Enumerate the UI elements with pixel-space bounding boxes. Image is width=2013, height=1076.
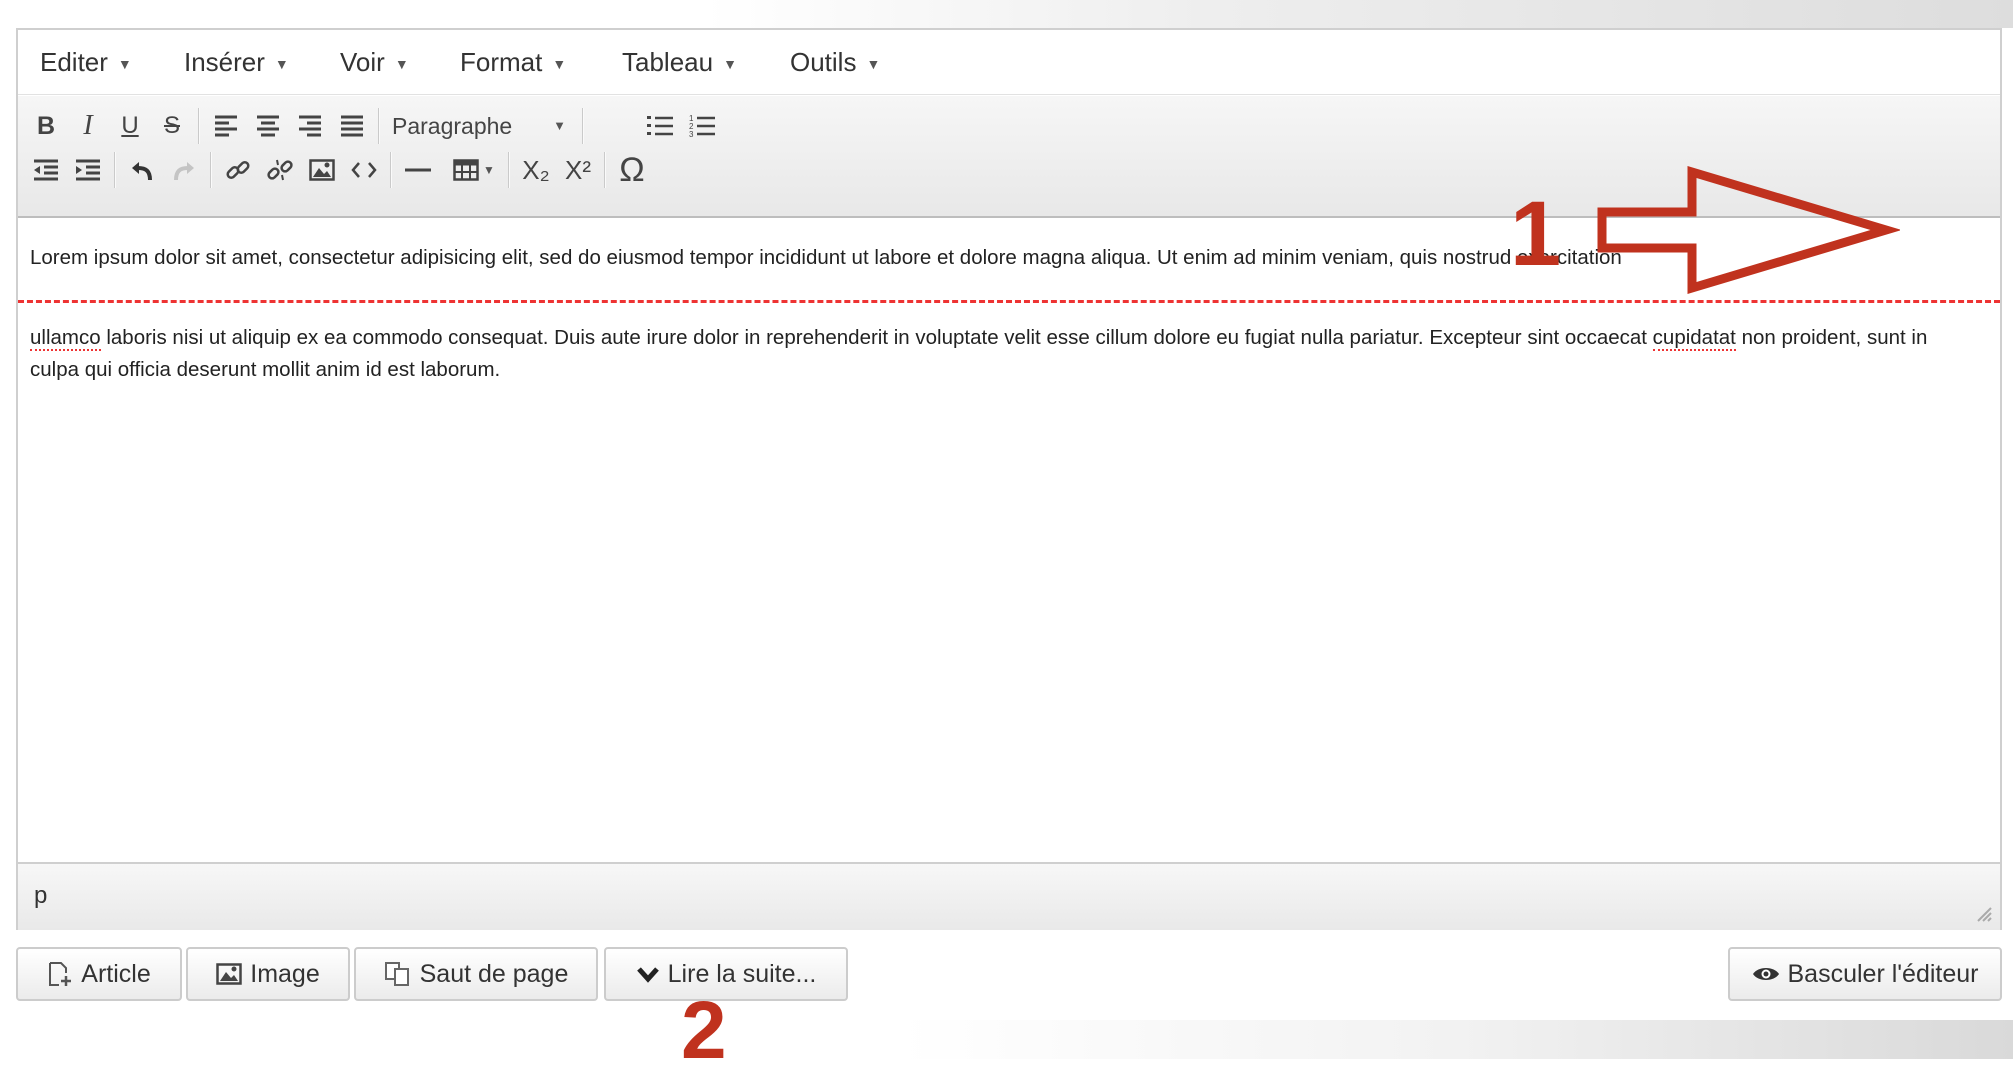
indent-icon xyxy=(76,159,100,181)
annotation-marker-2: 2 xyxy=(681,985,727,1076)
superscript-button[interactable]: X² xyxy=(558,150,598,190)
format-select-value: Paragraphe xyxy=(392,113,513,139)
menu-label: Tableau xyxy=(622,47,714,77)
link-icon xyxy=(226,160,250,180)
resize-handle-icon[interactable] xyxy=(1974,904,1992,922)
paragraph-2: ullamco laboris nisi ut aliquip ex ea co… xyxy=(30,322,1930,386)
menu-label: Voir xyxy=(340,47,385,77)
menu-tableau[interactable]: Tableau ▼ xyxy=(622,46,737,78)
align-center-button[interactable] xyxy=(248,106,288,146)
format-select[interactable]: Paragraphe ▼ xyxy=(386,108,576,144)
toolbar-separator xyxy=(390,152,392,188)
page-break-button-label: Saut de page xyxy=(419,959,569,988)
svg-text:3: 3 xyxy=(689,130,694,138)
align-right-button[interactable] xyxy=(290,106,330,146)
align-right-icon xyxy=(299,115,321,137)
unlink-button[interactable] xyxy=(260,150,300,190)
menu-label: Outils xyxy=(790,47,857,77)
insert-image-button[interactable] xyxy=(302,150,342,190)
caret-down-icon: ▼ xyxy=(394,56,409,73)
menu-voir[interactable]: Voir ▼ xyxy=(340,46,409,78)
toggle-editor-button[interactable]: Basculer l'éditeur xyxy=(1728,947,2002,1001)
paragraph-2-text: laboris nisi ut aliquip ex ea commodo co… xyxy=(100,326,1653,349)
code-icon xyxy=(351,162,377,178)
add-article-icon xyxy=(47,961,73,987)
align-left-button[interactable] xyxy=(206,106,246,146)
special-character-button[interactable]: Ω xyxy=(612,150,652,190)
subscript-button[interactable]: X₂ xyxy=(516,150,556,190)
outdent-button[interactable] xyxy=(26,150,66,190)
page-break-button[interactable]: Saut de page xyxy=(354,947,598,1001)
underline-button[interactable]: U xyxy=(110,106,150,146)
background-strip-top xyxy=(0,0,2013,28)
caret-down-icon: ▼ xyxy=(117,56,132,73)
align-center-icon xyxy=(257,115,279,137)
element-path[interactable]: p xyxy=(34,882,47,910)
toolbar-separator xyxy=(508,152,510,188)
toolbar-separator xyxy=(378,108,380,144)
redo-button[interactable] xyxy=(164,150,204,190)
annotation-marker-1: 1 xyxy=(1510,183,1562,285)
menu-editer[interactable]: Editer ▼ xyxy=(40,46,132,78)
menu-label: Editer xyxy=(40,47,108,77)
toolbar-separator xyxy=(114,152,116,188)
caret-down-icon: ▼ xyxy=(866,56,881,73)
indent-button[interactable] xyxy=(68,150,108,190)
caret-down-icon: ▼ xyxy=(553,118,566,133)
misspelled-word: cupidatat xyxy=(1652,326,1736,351)
insert-link-button[interactable] xyxy=(218,150,258,190)
source-code-button[interactable] xyxy=(344,150,384,190)
article-button[interactable]: Article xyxy=(16,947,182,1001)
annotation-arrow-icon xyxy=(1597,165,1900,295)
editor-content-area[interactable]: Lorem ipsum dolor sit amet, consectetur … xyxy=(18,218,2000,888)
menu-label: Insérer xyxy=(184,47,265,77)
toolbar-separator xyxy=(210,152,212,188)
menu-label: Format xyxy=(460,47,543,77)
justify-icon xyxy=(341,115,363,137)
table-icon xyxy=(453,159,479,181)
editor-menubar: Editer ▼ Insérer ▼ Voir ▼ Format ▼ Tableau ▼ … xyxy=(18,30,2000,95)
strikethrough-button[interactable]: S xyxy=(152,106,192,146)
justify-button[interactable] xyxy=(332,106,372,146)
menu-inserer[interactable]: Insérer ▼ xyxy=(184,46,289,78)
toggle-editor-button-label: Basculer l'éditeur xyxy=(1787,959,1979,988)
read-more-separator xyxy=(18,300,2000,303)
toolbar-separator xyxy=(604,152,606,188)
image-icon xyxy=(216,963,242,985)
editor-statusbar: p xyxy=(18,862,2000,930)
toolbar-separator xyxy=(582,108,584,144)
image-button-label: Image xyxy=(250,959,320,988)
copy-pages-icon xyxy=(384,961,412,987)
bold-button[interactable]: B xyxy=(26,106,66,146)
toolbar-separator xyxy=(198,108,200,144)
caret-down-icon: ▼ xyxy=(274,56,289,73)
undo-button[interactable] xyxy=(122,150,162,190)
horizontal-rule-icon xyxy=(405,168,431,172)
image-icon xyxy=(309,159,335,181)
outdent-icon xyxy=(34,159,58,181)
chevron-down-icon xyxy=(636,965,660,983)
image-button[interactable]: Image xyxy=(186,947,350,1001)
caret-down-icon: ▼ xyxy=(552,56,567,73)
numbered-list-icon: 123 xyxy=(689,114,715,138)
bullet-list-button[interactable] xyxy=(640,106,680,146)
italic-button[interactable]: I xyxy=(68,106,108,146)
align-left-icon xyxy=(215,115,237,137)
background-strip-bottom xyxy=(900,1020,2013,1059)
article-button-label: Article xyxy=(81,959,151,988)
menu-outils[interactable]: Outils ▼ xyxy=(790,46,880,78)
unlink-icon xyxy=(267,159,293,181)
bullet-list-icon xyxy=(647,116,673,136)
redo-icon xyxy=(174,162,194,181)
menu-format[interactable]: Format ▼ xyxy=(460,46,566,78)
insert-table-button[interactable]: ▼ xyxy=(446,150,502,190)
caret-down-icon: ▼ xyxy=(483,163,495,177)
horizontal-rule-button[interactable] xyxy=(398,150,438,190)
undo-icon xyxy=(132,162,152,181)
eye-icon xyxy=(1752,964,1780,984)
misspelled-word: ullamco xyxy=(30,326,101,351)
caret-down-icon: ▼ xyxy=(723,56,737,73)
numbered-list-button[interactable]: 123 xyxy=(682,106,722,146)
